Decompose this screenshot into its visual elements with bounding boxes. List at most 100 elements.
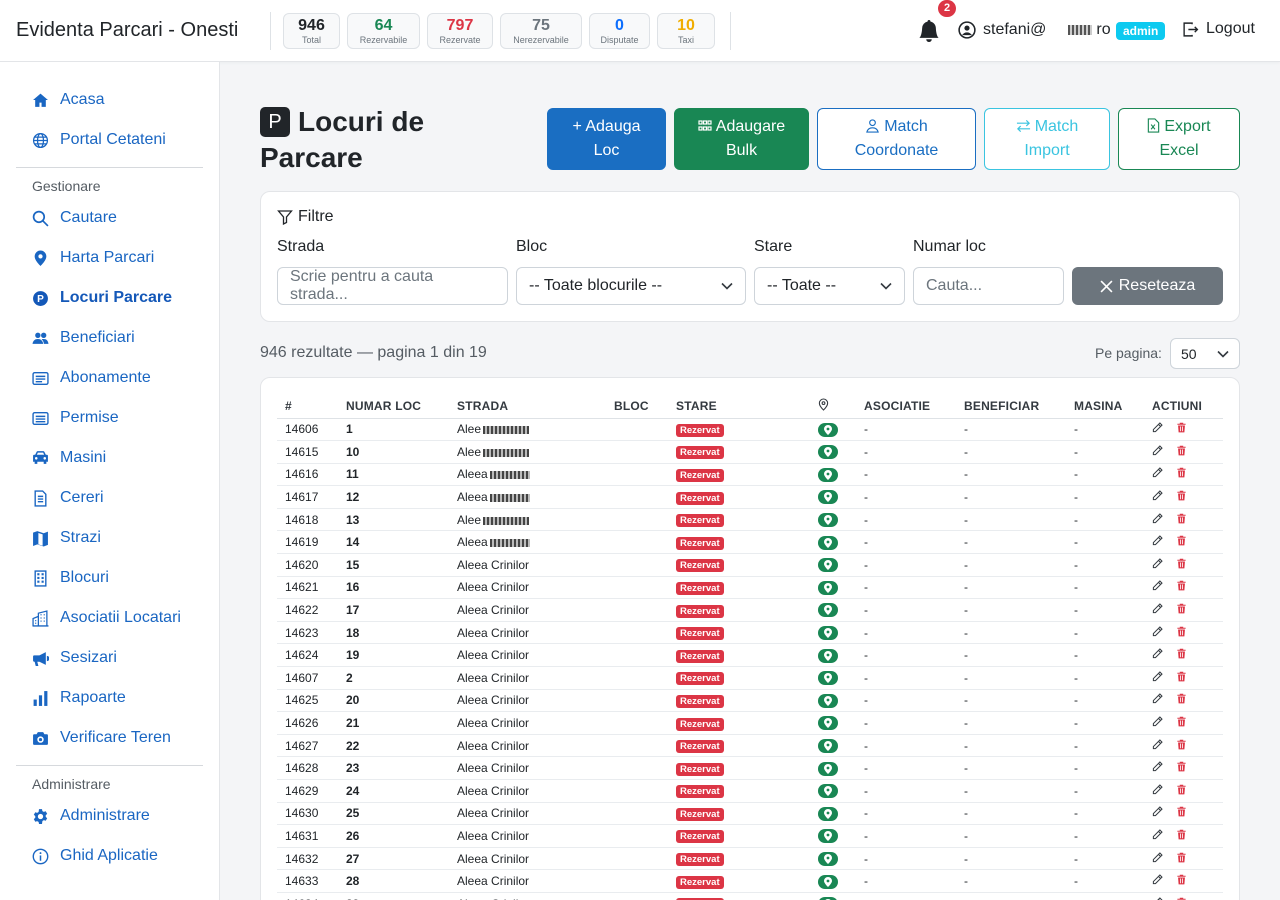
- location-button[interactable]: [818, 739, 838, 754]
- edit-icon[interactable]: [1152, 738, 1163, 750]
- column-header-masina[interactable]: MASINA: [1066, 394, 1144, 419]
- export-excel-button[interactable]: Export Excel: [1118, 108, 1240, 170]
- logout-button[interactable]: Logout: [1182, 20, 1255, 38]
- location-button[interactable]: [818, 490, 838, 505]
- sidebar-item-permise[interactable]: Permise: [32, 406, 119, 430]
- bulk-add-button[interactable]: Adaugare Bulk: [674, 108, 809, 170]
- edit-icon[interactable]: [1152, 625, 1163, 637]
- stat-rezervate[interactable]: 797 Rezervate: [427, 13, 493, 49]
- sidebar-item-locuri-parcare[interactable]: P Locuri Parcare: [32, 286, 172, 310]
- location-button[interactable]: [818, 784, 838, 799]
- delete-icon[interactable]: [1176, 716, 1187, 727]
- delete-icon[interactable]: [1176, 422, 1187, 433]
- edit-icon[interactable]: [1152, 806, 1163, 817]
- column-header-numar-loc[interactable]: NUMAR LOC: [338, 394, 449, 419]
- match-coordinates-button[interactable]: Match Coordonate: [817, 108, 976, 170]
- sidebar-item-masini[interactable]: Masini: [32, 446, 106, 470]
- sidebar-item-rapoarte[interactable]: Rapoarte: [32, 686, 126, 710]
- sidebar-item-acasa[interactable]: Acasa: [32, 88, 104, 112]
- location-button[interactable]: [818, 445, 838, 460]
- bell-icon[interactable]: [918, 20, 940, 42]
- user-name[interactable]: stefani@ ro: [983, 21, 1111, 39]
- sidebar-item-administrare[interactable]: Administrare: [32, 804, 150, 828]
- sidebar-item-portal-cetateni[interactable]: Portal Cetateni: [32, 128, 166, 152]
- delete-icon[interactable]: [1176, 874, 1187, 885]
- sidebar-item-beneficiari[interactable]: Beneficiari: [32, 326, 135, 350]
- location-button[interactable]: [818, 693, 838, 708]
- bloc-select[interactable]: -- Toate blocurile --: [516, 267, 746, 305]
- column-header-stare[interactable]: STARE: [668, 394, 810, 419]
- stare-select[interactable]: -- Toate --: [754, 267, 905, 305]
- location-button[interactable]: [818, 671, 838, 686]
- column-header-beneficiar[interactable]: BENEFICIAR: [956, 394, 1066, 419]
- delete-icon[interactable]: [1176, 603, 1187, 614]
- edit-icon[interactable]: [1152, 467, 1163, 478]
- edit-icon[interactable]: [1152, 512, 1163, 524]
- sidebar-item-cereri[interactable]: Cereri: [32, 486, 104, 510]
- sidebar-item-blocuri[interactable]: Blocuri: [32, 566, 109, 590]
- add-location-button[interactable]: + Adauga Loc: [547, 108, 666, 170]
- edit-icon[interactable]: [1152, 784, 1163, 795]
- edit-icon[interactable]: [1152, 603, 1163, 614]
- edit-icon[interactable]: [1152, 445, 1163, 456]
- delete-icon[interactable]: [1176, 535, 1187, 546]
- location-button[interactable]: [818, 761, 838, 776]
- column-header-asociatie[interactable]: ASOCIATIE: [856, 394, 956, 419]
- numar-loc-input[interactable]: Cauta...: [913, 267, 1064, 305]
- delete-icon[interactable]: [1176, 739, 1187, 750]
- location-button[interactable]: [818, 806, 838, 821]
- sidebar-item-harta-parcari[interactable]: Harta Parcari: [32, 246, 154, 270]
- location-button[interactable]: [818, 558, 838, 573]
- delete-icon[interactable]: [1176, 829, 1187, 840]
- column-header-strada[interactable]: STRADA: [449, 394, 606, 419]
- location-button[interactable]: [818, 535, 838, 550]
- sidebar-item-cautare[interactable]: Cautare: [32, 206, 117, 230]
- edit-icon[interactable]: [1152, 874, 1163, 885]
- edit-icon[interactable]: [1152, 671, 1163, 682]
- match-import-button[interactable]: Match Import: [984, 108, 1110, 170]
- location-button[interactable]: [818, 513, 838, 528]
- location-button[interactable]: [818, 829, 838, 844]
- delete-icon[interactable]: [1176, 693, 1187, 704]
- stat-nerezervabile[interactable]: 75 Nerezervabile: [500, 13, 582, 49]
- location-button[interactable]: [818, 626, 838, 641]
- sidebar-item-strazi[interactable]: Strazi: [32, 526, 101, 550]
- stat-rezervabile[interactable]: 64 Rezervabile: [347, 13, 420, 49]
- per-page-select[interactable]: 50: [1170, 338, 1240, 369]
- sidebar-item-asociatii-locatari[interactable]: Asociatii Locatari: [32, 606, 181, 630]
- location-button[interactable]: [818, 603, 838, 618]
- delete-icon[interactable]: [1176, 580, 1187, 591]
- edit-icon[interactable]: [1152, 761, 1163, 772]
- edit-icon[interactable]: [1152, 422, 1163, 433]
- edit-icon[interactable]: [1152, 648, 1163, 659]
- delete-icon[interactable]: [1176, 445, 1187, 456]
- stat-taxi[interactable]: 10 Taxi: [657, 13, 715, 49]
- edit-icon[interactable]: [1152, 580, 1163, 591]
- sidebar-item-abonamente[interactable]: Abonamente: [32, 366, 151, 390]
- delete-icon[interactable]: [1176, 648, 1187, 659]
- edit-icon[interactable]: [1152, 535, 1163, 546]
- delete-icon[interactable]: [1176, 490, 1187, 501]
- sidebar-item-sesizari[interactable]: Sesizari: [32, 646, 117, 670]
- app-title[interactable]: Evidenta Parcari - Onesti: [16, 19, 238, 42]
- location-button[interactable]: [818, 716, 838, 731]
- strada-search-input[interactable]: Scrie pentru a cauta strada...: [277, 267, 508, 305]
- sidebar-item-verificare-teren[interactable]: Verificare Teren: [32, 726, 171, 750]
- location-button[interactable]: [818, 648, 838, 663]
- column-header-bloc[interactable]: BLOC: [606, 394, 668, 419]
- delete-icon[interactable]: [1176, 806, 1187, 817]
- delete-icon[interactable]: [1176, 761, 1187, 772]
- delete-icon[interactable]: [1176, 558, 1187, 569]
- edit-icon[interactable]: [1152, 829, 1163, 840]
- delete-icon[interactable]: [1176, 467, 1187, 478]
- location-button[interactable]: [818, 874, 838, 889]
- location-button[interactable]: [818, 580, 838, 595]
- location-button[interactable]: [818, 467, 838, 482]
- sidebar-item-ghid-aplicatie[interactable]: Ghid Aplicatie: [32, 844, 158, 868]
- edit-icon[interactable]: [1152, 490, 1163, 501]
- delete-icon[interactable]: [1176, 671, 1187, 682]
- reset-button[interactable]: Reseteaza: [1072, 267, 1223, 305]
- edit-icon[interactable]: [1152, 558, 1163, 569]
- edit-icon[interactable]: [1152, 851, 1163, 863]
- stat-total[interactable]: 946 Total: [283, 13, 340, 49]
